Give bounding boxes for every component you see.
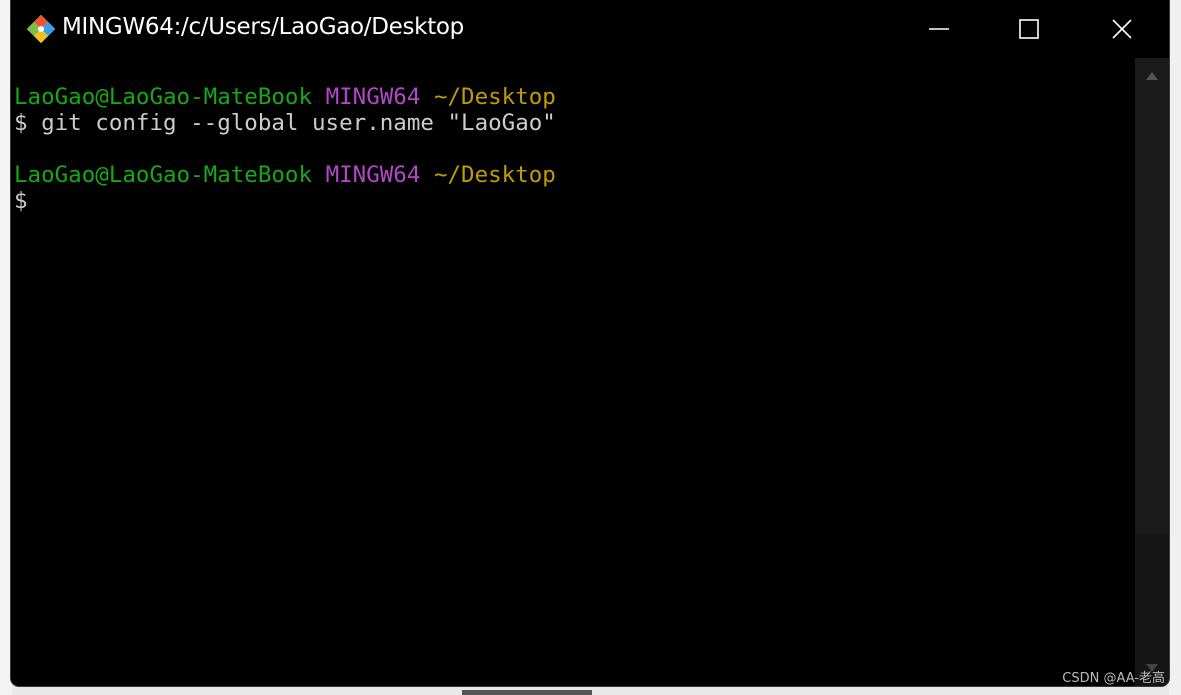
terminal-window: MINGW64:/c/Users/LaoGao/Desktop LaoGao@L… (11, 0, 1169, 686)
close-button[interactable] (1077, 0, 1167, 58)
vertical-scrollbar[interactable] (1135, 58, 1169, 686)
scrollbar-track[interactable] (1135, 58, 1169, 534)
command-line-2[interactable]: $ (14, 188, 28, 214)
maximize-icon (1019, 19, 1039, 39)
window-title: MINGW64:/c/Users/LaoGao/Desktop (62, 14, 464, 40)
terminal-output[interactable]: LaoGao@LaoGao-MateBook MINGW64 ~/Desktop… (11, 58, 1135, 686)
prompt-line-2: LaoGao@LaoGao-MateBook MINGW64 ~/Desktop (14, 162, 556, 188)
prompt-user-host: LaoGao@LaoGao-MateBook (14, 162, 313, 188)
git-bash-icon (26, 14, 56, 44)
prompt-user-host: LaoGao@LaoGao-MateBook (14, 84, 313, 110)
desktop-background-right (1169, 0, 1181, 695)
prompt-line-1: LaoGao@LaoGao-MateBook MINGW64 ~/Desktop (14, 84, 556, 110)
prompt-path: ~/Desktop (433, 162, 556, 188)
watermark: CSDN @AA-老高 (1062, 671, 1165, 686)
command-line-1: $ git config --global user.name "LaoGao" (14, 110, 556, 136)
prompt-system: MINGW64 (325, 162, 421, 188)
minimize-icon (929, 28, 949, 30)
scroll-up-arrow-icon[interactable] (1146, 72, 1158, 80)
prompt-path: ~/Desktop (433, 84, 556, 110)
close-icon (1112, 19, 1132, 39)
title-bar[interactable]: MINGW64:/c/Users/LaoGao/Desktop (11, 0, 1169, 58)
minimize-button[interactable] (893, 0, 983, 58)
prompt-system: MINGW64 (325, 84, 421, 110)
scrollbar-thumb[interactable] (1135, 534, 1169, 664)
background-fragment (462, 690, 592, 695)
maximize-button[interactable] (983, 0, 1073, 58)
